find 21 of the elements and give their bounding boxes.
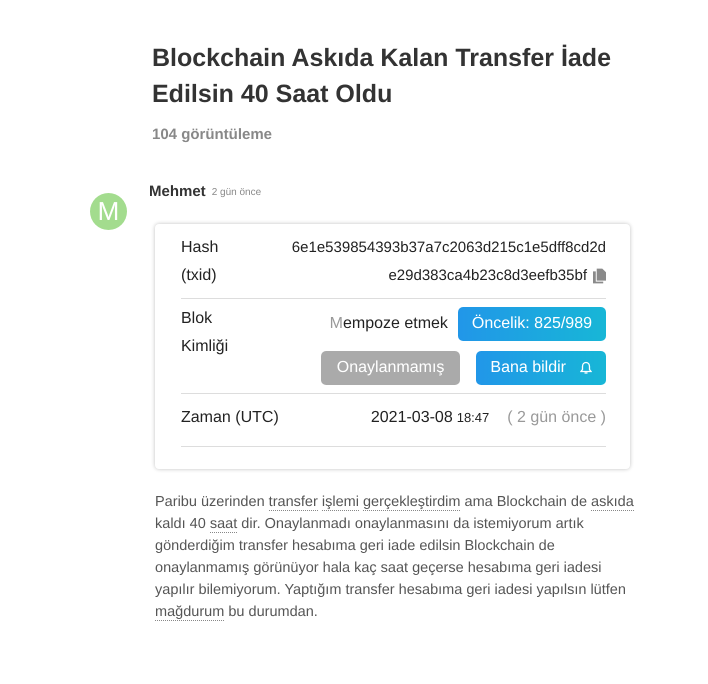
post-body: Paribu üzerinden transfer işlemi gerçekleştirdim ama Blockchain de askıda kaldı 40 saat dir. Onaylanmadı onaylanmasını da istemiyorum artık gönderdiğim transfer hesabıma geri iade edilsin Blockchain de onaylanmamış görünüyor hala kaç saat geçerse hesabıma geri iadesi yapılır bilemiyorum. Yaptığım transfer hesabıma geri iadesi yapılsın lütfen mağdurum bu durumdan. <box>155 493 635 623</box>
hash-text: 6e1e539854393b37a7c2063d215c1e5dff8cd2d <box>292 238 606 258</box>
date-text: 2021-03-08 <box>370 408 453 428</box>
clock-text: 18:47 <box>456 409 490 427</box>
hash-text: e29d383ca4b23c8d3eefb35bf <box>388 266 587 286</box>
copy-icon[interactable] <box>593 268 606 284</box>
view-count: 104 görüntüleme <box>152 126 274 143</box>
priority-button[interactable]: Öncelik: 825/989 <box>458 307 606 341</box>
status-button[interactable]: Onaylanmamış <box>320 351 460 385</box>
author-name[interactable]: Mehmet <box>149 183 206 200</box>
relative-time: ( 2 gün önce ) <box>507 408 606 428</box>
mempool-mark: M <box>330 315 343 332</box>
field-label: Hash (txid) <box>181 238 220 286</box>
notify-button[interactable]: Bana bildir <box>476 351 606 385</box>
bell-icon <box>580 361 592 375</box>
field-label: Zaman (UTC) <box>181 408 279 428</box>
mempool-text: empoze etmek <box>342 315 448 332</box>
avatar: M <box>90 193 127 230</box>
post-time: 2 gün önce <box>212 187 262 198</box>
field-label: Blok Kimliği <box>181 309 230 357</box>
post-title: Blockchain Askıda Kalan Transfer İade Edilsin 40 Saat Oldu <box>152 43 612 110</box>
